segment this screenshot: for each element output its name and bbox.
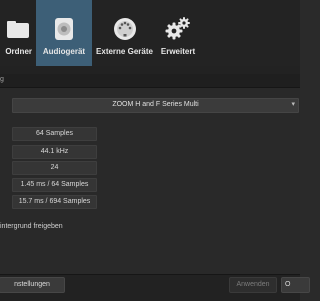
apply-button[interactable]: Anwenden	[229, 277, 277, 293]
output-latency-field: 15.7 ms / 694 Samples	[12, 195, 97, 209]
section-header-label: g	[0, 76, 4, 83]
midi-connector-icon	[110, 14, 140, 44]
toolbar-divider	[0, 66, 300, 74]
bit-depth-field: 24	[12, 161, 97, 175]
buffer-size-field[interactable]: 64 Samples	[12, 127, 97, 141]
background-release-option[interactable]: intergrund freigeben	[0, 223, 63, 230]
audio-device-value: ZOOM H and F Series Multi	[112, 101, 199, 108]
audio-device-select[interactable]: ZOOM H and F Series Multi ▾	[12, 98, 299, 113]
sample-rate-field[interactable]: 44.1 kHz	[12, 145, 97, 159]
tab-label: Erweitert	[160, 47, 196, 56]
folder-icon	[2, 14, 32, 44]
tab-externe-geraete[interactable]: Externe Geräte	[93, 0, 156, 66]
tab-erweitert[interactable]: Erweitert	[157, 0, 199, 66]
tab-audiogeraet[interactable]: Audiogerät	[36, 0, 92, 66]
input-latency-field: 1.45 ms / 64 Samples	[12, 178, 97, 192]
settings-button[interactable]: nstellungen	[0, 277, 65, 293]
tab-label: Ordner	[5, 47, 32, 56]
tab-label: Audiogerät	[42, 47, 86, 56]
ok-button[interactable]: O	[281, 277, 310, 293]
gears-icon	[163, 14, 193, 44]
chevron-down-icon: ▾	[291, 101, 295, 108]
tab-label: Externe Geräte	[96, 47, 153, 56]
speaker-icon	[49, 14, 79, 44]
tab-ordner[interactable]: Ordner	[0, 0, 34, 66]
section-header: g	[0, 74, 300, 88]
toolbar: Ordner Audiogerät Externe Geräte Erweite…	[0, 0, 300, 67]
